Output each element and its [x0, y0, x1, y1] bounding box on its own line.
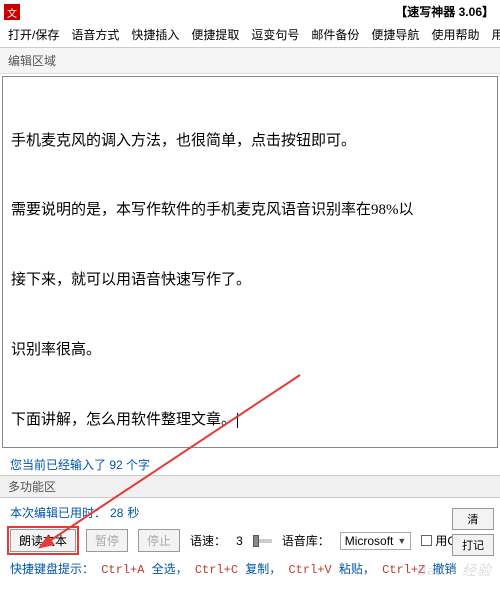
editor-line: 需要说明的是，本写作软件的手机麦克风语音识别率在98%以: [11, 199, 489, 222]
voice-label: 语音库：: [282, 532, 330, 549]
menu-help[interactable]: 使用帮助: [431, 26, 479, 43]
menu-user-center[interactable]: 用户中心: [491, 26, 500, 43]
pause-button[interactable]: 暂停: [86, 529, 128, 552]
speed-label: 语速：: [190, 532, 226, 549]
time-row: 本次编辑已用时： 28 秒: [0, 498, 500, 523]
read-aloud-button[interactable]: 朗读文本: [10, 529, 76, 552]
editor-line: 接下来，就可以用语音快速写作了。: [11, 269, 489, 292]
text-editor[interactable]: 手机麦克风的调入方法，也很简单，点击按钮即可。 需要说明的是，本写作软件的手机麦…: [2, 76, 498, 448]
time-prefix: 本次编辑已用时：: [10, 504, 106, 521]
voice-select[interactable]: Microsoft▼: [340, 532, 412, 550]
menu-open-save[interactable]: 打开/保存: [8, 26, 59, 43]
text-cursor: [237, 413, 238, 428]
time-value: 28: [110, 506, 123, 520]
controls-row: 朗读文本 暂停 停止 语速： 3 语音库： Microsoft▼ 用Ctrl表入: [0, 523, 500, 556]
checkbox-box[interactable]: [421, 535, 432, 546]
menu-bar: 打开/保存 语音方式 快捷插入 便捷提取 逗变句号 邮件备份 便捷导航 使用帮助…: [0, 22, 500, 48]
menu-extract[interactable]: 便捷提取: [191, 26, 239, 43]
speed-slider[interactable]: [253, 539, 272, 543]
char-count-status: 您当前已经输入了 92 个字: [0, 450, 500, 475]
slider-thumb[interactable]: [253, 535, 259, 547]
app-title: 【速写神器 3.06】: [395, 3, 494, 20]
side-button-clear[interactable]: 清: [452, 508, 494, 530]
menu-navigation[interactable]: 便捷导航: [371, 26, 419, 43]
editor-line: 识别率很高。: [11, 339, 489, 362]
menu-quick-insert[interactable]: 快捷插入: [131, 26, 179, 43]
app-logo: 文: [4, 4, 20, 20]
speed-value: 3: [236, 534, 243, 548]
multifunction-label: 多功能区: [0, 475, 500, 498]
menu-mail-backup[interactable]: 邮件备份: [311, 26, 359, 43]
watermark: Baico 经验: [417, 560, 492, 580]
chevron-down-icon: ▼: [397, 536, 406, 546]
editor-section-label: 编辑区域: [0, 48, 500, 74]
stop-button[interactable]: 停止: [138, 529, 180, 552]
editor-line: 下面讲解，怎么用软件整理文章。: [11, 409, 489, 432]
editor-line: 手机麦克风的调入方法，也很简单，点击按钮即可。: [11, 130, 489, 153]
menu-comma-period[interactable]: 逗变句号: [251, 26, 299, 43]
side-button-note[interactable]: 打记: [452, 534, 494, 556]
menu-voice-mode[interactable]: 语音方式: [71, 26, 119, 43]
time-unit: 秒: [127, 504, 139, 521]
title-bar: 【速写神器 3.06】: [0, 0, 500, 22]
